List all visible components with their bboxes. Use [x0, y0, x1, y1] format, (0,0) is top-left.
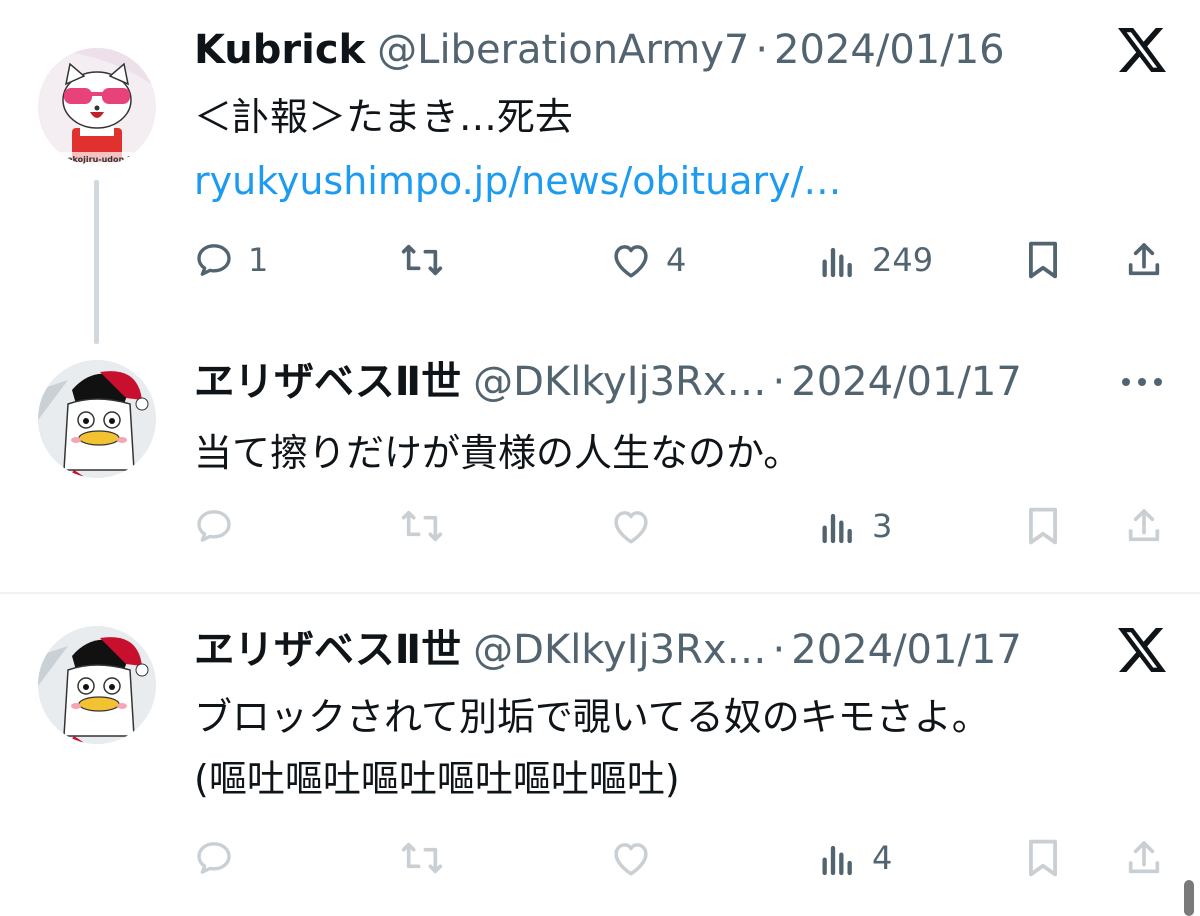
avatar-elizabeth[interactable] [38, 360, 156, 478]
x-logo-icon[interactable] [1114, 22, 1170, 78]
analytics-icon [822, 845, 852, 876]
views-button[interactable]: 3 [818, 496, 892, 556]
action-bar: 1 4 249 [194, 230, 1170, 290]
post-3[interactable]: ヱリザベスⅡ世 @DKlkyIj3Rx… · 2024/01/17 ブロックされ… [0, 594, 1200, 916]
post-date[interactable]: 2024/01/17 [791, 622, 1022, 678]
reply-icon [197, 244, 231, 276]
cat-avatar-icon: nekojiru-udon 2 [38, 48, 156, 166]
reply-button[interactable] [194, 828, 234, 888]
like-count: 4 [666, 241, 687, 279]
analytics-icon [822, 513, 852, 544]
bookmark-icon [1029, 507, 1057, 545]
share-button[interactable] [1124, 828, 1164, 888]
reply-button[interactable]: 1 [194, 230, 268, 290]
post-date[interactable]: 2024/01/17 [791, 354, 1022, 410]
share-icon [1128, 841, 1160, 874]
bookmark-button[interactable] [1024, 496, 1062, 556]
x-logo-icon[interactable] [1114, 622, 1170, 678]
retweet-icon [401, 842, 443, 874]
more-icon[interactable] [1114, 354, 1170, 410]
separator: · [755, 27, 769, 73]
view-count: 4 [872, 839, 893, 877]
post-link[interactable]: ryukyushimpo.jp/news/obituary/… [194, 150, 841, 212]
reply-icon [197, 842, 231, 874]
retweet-icon [401, 244, 443, 276]
post-text-line-2: (嘔吐嘔吐嘔吐嘔吐嘔吐嘔吐) [194, 757, 680, 801]
thread-line [94, 180, 99, 344]
views-button[interactable]: 249 [818, 230, 933, 290]
post-2[interactable]: ヱリザベスⅡ世 @DKlkyIj3Rx… · 2024/01/17 当て擦りだけ… [0, 340, 1200, 592]
like-button[interactable] [610, 828, 652, 888]
bookmark-icon [1029, 241, 1057, 279]
retweet-button[interactable] [400, 496, 444, 556]
action-bar: 4 [194, 828, 1170, 888]
scrollbar[interactable] [1184, 880, 1194, 916]
heart-icon [614, 245, 648, 278]
retweet-icon [401, 510, 443, 542]
like-button[interactable] [610, 496, 652, 556]
share-button[interactable] [1124, 496, 1164, 556]
post-text: ＜訃報＞たまき…死去 [194, 95, 573, 139]
post-1[interactable]: nekojiru-udon 2 Kubrick @LiberationArmy7… [0, 0, 1200, 344]
penguin-avatar-icon [38, 626, 156, 744]
avatar-kubrick[interactable]: nekojiru-udon 2 [38, 48, 156, 166]
display-name[interactable]: Kubrick [194, 22, 365, 78]
reply-button[interactable] [194, 496, 234, 556]
handle[interactable]: @DKlkyIj3Rx… [473, 622, 766, 678]
post-text-line-1: ブロックされて別垢で覗いてる奴のキモさよ。 [194, 695, 990, 739]
post-header: ヱリザベスⅡ世 @DKlkyIj3Rx… · 2024/01/17 [194, 622, 1022, 678]
share-icon [1128, 509, 1160, 542]
handle[interactable]: @DKlkyIj3Rx… [473, 354, 766, 410]
action-bar: 3 [194, 496, 1170, 556]
analytics-icon [822, 247, 852, 278]
view-count: 249 [872, 241, 934, 279]
handle[interactable]: @LiberationArmy7 [377, 22, 749, 78]
heart-icon [614, 511, 648, 544]
display-name[interactable]: ヱリザベスⅡ世 [194, 354, 461, 410]
post-header: Kubrick @LiberationArmy7 · 2024/01/16 [194, 22, 1005, 78]
separator: · [772, 627, 786, 673]
share-icon [1128, 243, 1160, 276]
retweet-button[interactable] [400, 230, 444, 290]
views-button[interactable]: 4 [818, 828, 892, 888]
heart-icon [614, 843, 648, 876]
share-button[interactable] [1124, 230, 1164, 290]
bookmark-icon [1029, 839, 1057, 877]
penguin-avatar-icon [38, 360, 156, 478]
view-count: 3 [872, 507, 893, 545]
bookmark-button[interactable] [1024, 828, 1062, 888]
separator: · [772, 359, 786, 405]
display-name[interactable]: ヱリザベスⅡ世 [194, 622, 461, 678]
post-text: 当て擦りだけが貴様の人生なのか。 [194, 431, 802, 475]
post-date[interactable]: 2024/01/16 [774, 22, 1005, 78]
post-header: ヱリザベスⅡ世 @DKlkyIj3Rx… · 2024/01/17 [194, 354, 1022, 410]
bookmark-button[interactable] [1024, 230, 1062, 290]
avatar-badge-text: nekojiru-udon 2 [61, 155, 132, 164]
like-button[interactable]: 4 [610, 230, 686, 290]
avatar-elizabeth[interactable] [38, 626, 156, 744]
reply-icon [197, 510, 231, 542]
reply-count: 1 [248, 241, 269, 279]
retweet-button[interactable] [400, 828, 444, 888]
